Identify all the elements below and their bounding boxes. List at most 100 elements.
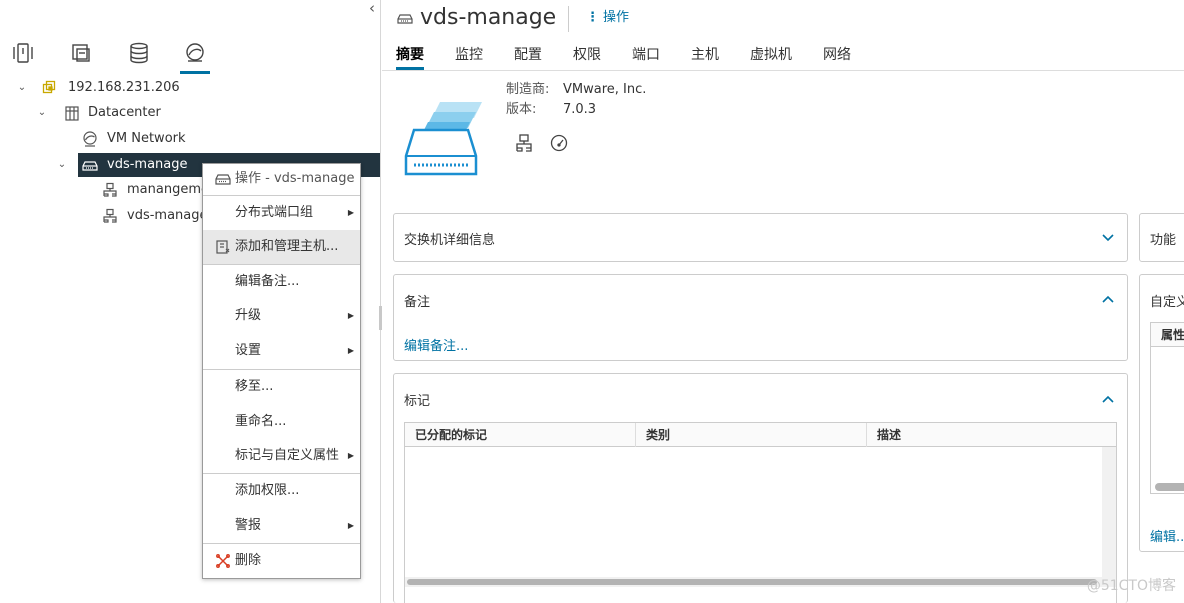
actions-menu-button[interactable]: ⋮ 操作 (586, 9, 629, 27)
menu-item-label: 移至... (235, 379, 274, 394)
hosts-clusters-tab[interactable] (6, 38, 40, 72)
page-title: vds-manage (420, 5, 557, 30)
version-value: 7.0.3 (563, 102, 597, 117)
tab-vms[interactable]: 虚拟机 (750, 44, 792, 70)
switch-details-card: 交换机详细信息 (393, 213, 1128, 262)
menu-item-tags-custom-attributes[interactable]: 标记与自定义属性 ▶ (203, 439, 360, 473)
custom-attributes-table: 属性 (1150, 322, 1184, 494)
tab-hosts[interactable]: 主机 (691, 44, 719, 70)
tree-item-portgroup[interactable]: manangeme (8, 178, 209, 202)
storage-tab[interactable] (122, 38, 156, 72)
menu-item-move-to[interactable]: 移至... (203, 370, 360, 404)
menu-item-label: 警报 (235, 518, 262, 533)
version-label: 版本: (506, 102, 537, 117)
more-vertical-icon: ⋮ (586, 10, 599, 25)
context-menu-header: 操作 - vds-manage (203, 164, 360, 194)
portgroup-icon (103, 182, 117, 197)
vertical-scrollbar[interactable] (1102, 447, 1116, 577)
tab-monitor[interactable]: 监控 (455, 44, 483, 70)
expand-caret-icon[interactable]: ⌄ (36, 101, 48, 125)
tree-item-label: manangeme (127, 182, 209, 197)
vms-templates-tab[interactable] (64, 38, 98, 72)
menu-item-delete[interactable]: 删除 (203, 544, 360, 578)
title-divider (568, 6, 569, 32)
menu-item-edit-notes[interactable]: 编辑备注... (203, 265, 360, 299)
tree-item-vcenter[interactable]: ⌄ 192.168.231.206 (8, 76, 378, 100)
tree-item-portgroup[interactable]: vds-manage (8, 204, 208, 228)
tags-card: 标记 已分配的标记 类别 描述 (393, 373, 1128, 603)
vendor-label: 制造商: (506, 82, 550, 97)
tree-item-label: vds-manage (127, 208, 208, 223)
network-icon (83, 131, 97, 147)
storage-icon (130, 42, 148, 64)
scrollbar-thumb[interactable] (407, 579, 1097, 585)
menu-item-label: 重命名... (235, 414, 287, 429)
performance-gauge-icon[interactable] (550, 134, 568, 152)
tree-item-vm-network[interactable]: VM Network (8, 127, 378, 151)
scrollbar-thumb[interactable] (1155, 483, 1184, 491)
collapse-navigator-button[interactable]: ‹ (364, 0, 380, 18)
horizontal-scrollbar[interactable] (405, 577, 1116, 587)
tree-item-label: Datacenter (88, 105, 161, 120)
context-menu: 操作 - vds-manage 分布式端口组 ▶ 添加和管理主机... 编辑备注… (202, 163, 361, 579)
menu-item-label: 分布式端口组 (235, 205, 314, 220)
features-card: 功能 (1139, 213, 1184, 262)
expand-caret-icon[interactable]: ⌄ (16, 76, 28, 100)
menu-item-add-manage-hosts[interactable]: 添加和管理主机... (203, 230, 360, 264)
vds-icon (397, 14, 413, 24)
menu-item-label: 标记与自定义属性 (235, 448, 340, 463)
portgroup-icon (103, 208, 117, 223)
submenu-arrow-icon: ▶ (347, 346, 354, 355)
menu-item-alarms[interactable]: 警报 ▶ (203, 509, 360, 543)
column-header-attribute[interactable]: 属性 (1151, 323, 1184, 347)
tree-item-datacenter[interactable]: ⌄ Datacenter (8, 101, 378, 125)
card-title: 备注 (404, 295, 431, 310)
navigator-tabs (0, 38, 230, 74)
tab-permissions[interactable]: 权限 (573, 44, 601, 70)
menu-item-rename[interactable]: 重命名... (203, 405, 360, 439)
card-title: 交换机详细信息 (404, 233, 496, 248)
notes-card: 备注 编辑备注... (393, 274, 1128, 361)
menu-item-distributed-portgroup[interactable]: 分布式端口组 ▶ (203, 196, 360, 230)
vms-templates-icon (72, 44, 90, 62)
menu-item-settings[interactable]: 设置 ▶ (203, 334, 360, 368)
tab-ports[interactable]: 端口 (632, 44, 660, 70)
column-header-description[interactable]: 描述 (867, 423, 1116, 447)
chevron-up-icon[interactable] (1101, 392, 1115, 406)
datacenter-icon (65, 106, 79, 121)
chevron-down-icon[interactable] (1101, 231, 1115, 245)
add-manage-hosts-icon (216, 240, 230, 254)
menu-item-label: 删除 (235, 553, 262, 568)
submenu-arrow-icon: ▶ (347, 521, 354, 530)
menu-item-label: 升级 (235, 308, 262, 323)
menu-item-label: 添加和管理主机... (235, 239, 339, 254)
distributed-switch-illustration (404, 102, 482, 176)
chevron-up-icon[interactable] (1101, 292, 1115, 306)
column-header-assigned-tag[interactable]: 已分配的标记 (405, 423, 636, 447)
tree-item-label: 192.168.231.206 (68, 80, 180, 95)
card-title: 功能 (1150, 233, 1177, 248)
tab-networks[interactable]: 网络 (823, 44, 851, 70)
menu-item-upgrade[interactable]: 升级 ▶ (203, 299, 360, 333)
submenu-arrow-icon: ▶ (347, 451, 354, 460)
tab-summary[interactable]: 摘要 (396, 44, 424, 70)
context-menu-title: 操作 - vds-manage (235, 171, 355, 186)
edit-custom-attributes-link[interactable]: 编辑... (1150, 526, 1184, 545)
edit-notes-link[interactable]: 编辑备注... (404, 335, 468, 354)
tree-item-label: VM Network (107, 131, 186, 146)
menu-item-add-permission[interactable]: 添加权限... (203, 474, 360, 508)
column-header-category[interactable]: 类别 (636, 423, 867, 447)
card-title: 标记 (404, 394, 431, 409)
main-content: vds-manage ⋮ 操作 摘要 监控 配置 权限 端口 主机 虚拟机 网络 … (382, 0, 1184, 603)
networking-tab[interactable] (178, 38, 212, 74)
hosts-network-icon[interactable] (514, 133, 534, 153)
submenu-arrow-icon: ▶ (347, 208, 354, 217)
tabs-divider (382, 70, 1184, 71)
hosts-clusters-icon (13, 43, 33, 63)
actions-label: 操作 (603, 10, 630, 25)
tags-table: 已分配的标记 类别 描述 (404, 422, 1117, 603)
networking-icon (186, 43, 204, 62)
expand-caret-icon[interactable]: ⌄ (56, 153, 68, 177)
tab-configure[interactable]: 配置 (514, 44, 542, 70)
vcenter-icon (42, 80, 56, 94)
